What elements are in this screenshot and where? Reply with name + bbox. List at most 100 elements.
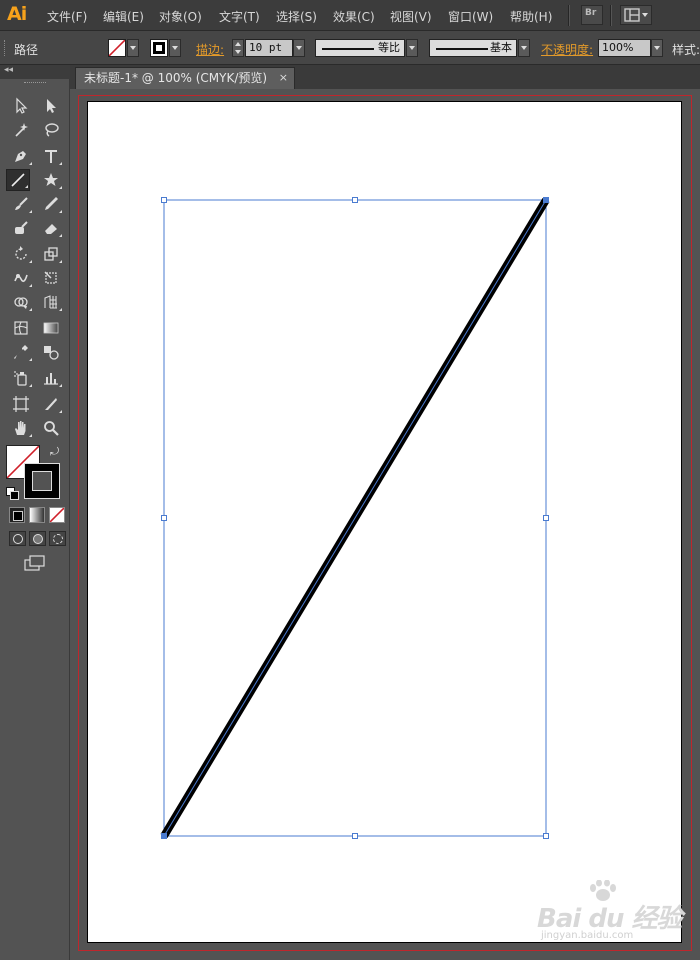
tools-panel-header[interactable]: ◂◂ (0, 65, 70, 79)
handle-bottom-right[interactable] (543, 833, 549, 839)
column-graph-icon (44, 373, 58, 385)
fill-swatch[interactable] (108, 39, 126, 57)
document-tab[interactable]: 未标题-1* @ 100% (CMYK/预览) × (75, 67, 295, 89)
draw-normal-icon (13, 534, 23, 544)
stroke-swatch[interactable] (150, 39, 168, 57)
draw-normal-button[interactable] (9, 531, 26, 546)
eraser-icon (45, 224, 57, 234)
scale-tool[interactable] (39, 243, 63, 265)
default-colors-icon[interactable] (6, 487, 19, 500)
draw-inside-button[interactable] (49, 531, 66, 546)
paintbrush-tool[interactable] (9, 193, 33, 215)
handle-middle-right[interactable] (543, 515, 549, 521)
star-tool[interactable] (39, 169, 63, 191)
opacity-input[interactable]: 100% (598, 39, 651, 57)
stroke-weight-input[interactable]: 10 pt (245, 39, 293, 57)
tools-panel: ◂◂ ⤾ (0, 65, 70, 960)
swap-fill-stroke-icon[interactable]: ⤾ (50, 445, 59, 459)
stroke-dropdown[interactable] (169, 39, 181, 57)
menu-file[interactable]: 文件(F) (47, 8, 87, 25)
tool-flyout-indicator (29, 358, 32, 361)
stepper-up-icon[interactable] (235, 42, 241, 46)
workspace-switcher-button[interactable] (620, 5, 652, 25)
handle-top-left[interactable] (161, 197, 167, 203)
panel-grip[interactable] (24, 82, 46, 85)
pencil-tool[interactable] (39, 193, 63, 215)
menu-help[interactable]: 帮助(H) (510, 8, 552, 25)
variable-width-profile-select[interactable]: 等比 (315, 39, 405, 57)
rotate-tool[interactable] (9, 243, 33, 265)
menu-edit[interactable]: 编辑(E) (103, 8, 144, 25)
fill-dropdown[interactable] (127, 39, 139, 57)
slice-tool[interactable] (39, 393, 63, 415)
color-mode-button[interactable] (9, 507, 25, 523)
tool-flyout-indicator (29, 210, 32, 213)
profile-dropdown[interactable] (406, 39, 418, 57)
menu-object[interactable]: 对象(O) (159, 8, 202, 25)
opacity-panel-link[interactable]: 不透明度: (541, 41, 593, 58)
blob-brush-tool[interactable] (9, 217, 33, 239)
draw-behind-button[interactable] (29, 531, 46, 546)
perspective-grid-tool[interactable] (39, 291, 63, 313)
magic-wand-tool[interactable] (9, 119, 33, 141)
bridge-button[interactable]: Br (581, 5, 603, 25)
artboard-tool[interactable] (9, 393, 33, 415)
stroke-panel-link[interactable]: 描边: (196, 41, 224, 58)
pen-tool[interactable] (9, 145, 33, 167)
stroke-weight-dropdown[interactable] (293, 39, 305, 57)
stepper-down-icon[interactable] (235, 50, 241, 54)
eyedropper-tool[interactable] (9, 341, 33, 363)
tool-flyout-indicator (29, 260, 32, 263)
handle-bottom-center[interactable] (352, 833, 358, 839)
opacity-dropdown[interactable] (651, 39, 663, 57)
type-tool[interactable] (39, 145, 63, 167)
symbol-sprayer-tool[interactable] (9, 367, 33, 389)
collapse-icon[interactable]: ◂◂ (4, 65, 13, 75)
direct-selection-tool[interactable] (39, 95, 63, 117)
free-transform-tool[interactable] (39, 267, 63, 289)
handle-top-center[interactable] (352, 197, 358, 203)
symbol-sprayer-icon (14, 371, 27, 386)
menu-effect[interactable]: 效果(C) (333, 8, 375, 25)
menu-select[interactable]: 选择(S) (276, 8, 317, 25)
stroke-weight-stepper[interactable] (232, 39, 244, 57)
handle-middle-left[interactable] (161, 515, 167, 521)
menu-separator (610, 5, 612, 26)
zoom-tool[interactable] (39, 417, 63, 439)
menu-window[interactable]: 窗口(W) (448, 8, 493, 25)
panel-grip[interactable] (4, 40, 8, 56)
artboard[interactable] (87, 101, 682, 943)
brush-dropdown[interactable] (518, 39, 530, 57)
menu-separator (568, 5, 570, 26)
eyedropper-icon (14, 345, 28, 359)
close-icon[interactable]: × (279, 68, 288, 88)
menu-type[interactable]: 文字(T) (219, 8, 260, 25)
line-segment-tool[interactable] (6, 169, 30, 191)
blend-icon (44, 346, 59, 360)
hand-icon (15, 421, 26, 435)
document-canvas[interactable] (70, 89, 700, 960)
blend-tool[interactable] (39, 341, 63, 363)
menu-view[interactable]: 视图(V) (390, 8, 432, 25)
screen-mode-icon (24, 555, 45, 571)
screen-mode-button[interactable] (24, 555, 46, 573)
document-tab-strip: 未标题-1* @ 100% (CMYK/预览) × (70, 65, 700, 89)
selection-tool[interactable] (9, 95, 33, 117)
document-tab-title: 未标题-1* @ 100% (CMYK/预览) (84, 71, 268, 85)
anchor-point-end[interactable] (544, 198, 548, 202)
eraser-tool[interactable] (39, 217, 63, 239)
shape-builder-tool[interactable] (9, 291, 33, 313)
mesh-tool[interactable] (9, 317, 33, 339)
star-icon (44, 173, 58, 186)
gradient-mode-button[interactable] (29, 507, 45, 523)
gradient-tool[interactable] (39, 317, 63, 339)
column-graph-tool[interactable] (39, 367, 63, 389)
lasso-tool[interactable] (39, 119, 63, 141)
brush-definition-select[interactable]: 基本 (429, 39, 517, 57)
stroke-color-box[interactable] (24, 463, 60, 499)
hand-tool[interactable] (9, 417, 33, 439)
warp-tool[interactable] (9, 267, 33, 289)
stroke-swatch-icon (153, 42, 165, 54)
none-mode-button[interactable] (49, 507, 65, 523)
anchor-point-start[interactable] (162, 834, 166, 838)
